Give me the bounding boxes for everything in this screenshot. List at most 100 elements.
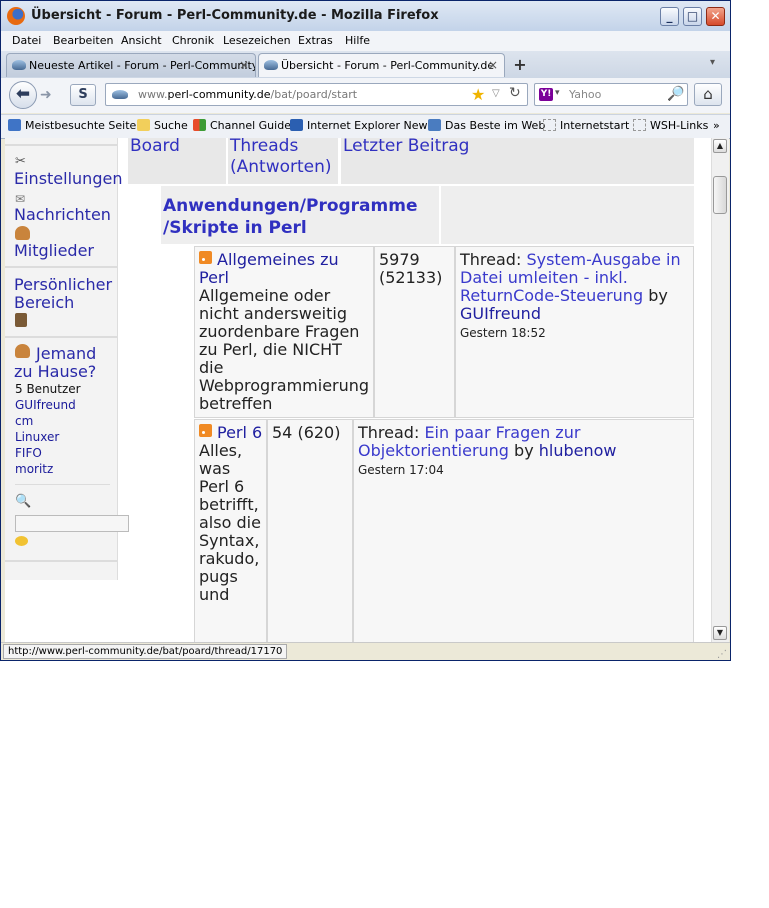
bookmark-ie-news[interactable]: Internet Explorer News: [290, 119, 433, 132]
bookmark-label: WSH-Links: [650, 119, 709, 132]
rss-icon[interactable]: [199, 424, 212, 437]
online-user[interactable]: moritz: [15, 462, 53, 476]
site-identity-icon[interactable]: [112, 90, 128, 99]
scroll-thumb[interactable]: [713, 176, 727, 214]
back-button[interactable]: ⬅: [9, 81, 37, 109]
firefox-logo-icon: [7, 7, 25, 25]
divider: [5, 560, 117, 562]
bookmark-das-beste[interactable]: Das Beste im Web: [428, 119, 545, 132]
tab-label: Neueste Artikel - Forum - Perl-Community…: [29, 59, 256, 72]
bookmark-wsh-links[interactable]: WSH-Links: [633, 119, 708, 132]
online-user[interactable]: cm: [15, 414, 33, 428]
new-tab-button[interactable]: +: [508, 55, 532, 75]
forum-last-post-cell: Thread: System-Ausgabe in Datei umleiten…: [455, 246, 694, 418]
tab-list-arrow-icon[interactable]: ▾: [710, 57, 715, 68]
window-title: Übersicht - Forum - Perl-Community.de - …: [31, 8, 439, 23]
yahoo-engine-icon[interactable]: Y!: [539, 88, 553, 101]
thread-prefix: Thread:: [460, 250, 522, 269]
resize-grip-icon[interactable]: ⋰: [717, 649, 727, 660]
bookmarks-overflow[interactable]: »: [713, 119, 720, 132]
online-user[interactable]: GUIfreund: [15, 398, 76, 412]
status-bar: http://www.perl-community.de/bat/poard/t…: [1, 642, 730, 660]
menu-extras[interactable]: Extras: [298, 34, 333, 47]
search-bar[interactable]: Y! ▾ Yahoo 🔎: [534, 83, 688, 106]
menu-lesezeichen[interactable]: Lesezeichen: [223, 34, 291, 47]
bookmark-folder-icon: [8, 119, 21, 131]
members-icon: [15, 226, 30, 240]
post-time: Gestern 18:52: [460, 326, 546, 340]
close-button[interactable]: ✕: [706, 7, 725, 26]
forum-last-post-cell: Thread: Ein paar Fragen zur Objektorient…: [353, 419, 694, 642]
forum-description: Alles, was Perl 6 betrifft, also die Syn…: [199, 441, 261, 604]
forum-sidebar: ✂ Einstellungen ✉ Nachrichten Mitglieder…: [5, 138, 129, 580]
sidebar-link-personal-area[interactable]: Persönlicher Bereich: [14, 276, 114, 312]
forum-name-cell: Allgemeines zu Perl Allgemeine oder nich…: [194, 246, 374, 418]
tab-neueste-artikel[interactable]: Neueste Artikel - Forum - Perl-Community…: [6, 53, 256, 77]
tab-label: Übersicht - Forum - Perl-Community.de: [281, 59, 495, 72]
menu-bar: Datei Bearbeiten Ansicht Chronik Lesezei…: [1, 31, 730, 51]
header-board-label: Board: [130, 138, 180, 156]
search-icon[interactable]: 🔎: [667, 86, 684, 102]
menu-datei[interactable]: Datei: [12, 34, 41, 47]
vertical-scrollbar[interactable]: ▲ ▼: [711, 138, 729, 642]
forum-link[interactable]: Perl 6: [217, 423, 262, 442]
bookmark-internetstart[interactable]: Internetstart: [543, 119, 629, 132]
header-last-post: Letzter Beitrag: [341, 138, 694, 184]
web-icon: [428, 119, 441, 131]
page-placeholder-icon: [633, 119, 646, 131]
engine-dropdown-icon[interactable]: ▾: [555, 88, 560, 98]
url-path: /bat/poard/start: [270, 88, 358, 101]
maximize-button[interactable]: □: [683, 7, 702, 26]
url-dropdown-icon[interactable]: ▽: [492, 88, 500, 99]
site-favicon-icon: [264, 60, 278, 70]
tab-close-icon[interactable]: ×: [488, 58, 498, 72]
site-favicon-icon: [12, 60, 26, 70]
tab-uebersicht[interactable]: Übersicht - Forum - Perl-Community.de ×: [258, 53, 505, 77]
bookmark-label: Suche: [154, 119, 188, 132]
rss-icon[interactable]: [199, 251, 212, 264]
sidebar-link-messages[interactable]: Nachrichten: [14, 206, 111, 224]
scroll-up-arrow-icon[interactable]: ▲: [713, 139, 727, 153]
author-link[interactable]: GUIfreund: [460, 304, 541, 323]
sidebar-link-members[interactable]: Mitglieder: [14, 242, 94, 260]
s-toolbar-button[interactable]: S: [70, 84, 96, 106]
author-link[interactable]: hlubenow: [539, 441, 617, 460]
post-time: Gestern 17:04: [358, 463, 444, 477]
online-user[interactable]: FIFO: [15, 446, 42, 460]
tools-icon: ✂: [15, 154, 26, 169]
reload-icon[interactable]: ↻: [509, 85, 521, 101]
forum-name-block: Perl 6 Alles, was Perl 6 betrifft, also …: [199, 424, 263, 604]
bookmark-star-icon[interactable]: ★: [471, 85, 485, 104]
url-bar[interactable]: www.perl-community.de/bat/poard/start ★ …: [105, 83, 528, 106]
menu-hilfe[interactable]: Hilfe: [345, 34, 370, 47]
forum-threads-cell: 5979 (52133): [374, 246, 455, 418]
forum-link[interactable]: Allgemeines zu Perl: [199, 250, 339, 287]
forum-name-cell: Perl 6 Alles, was Perl 6 betrifft, also …: [194, 419, 267, 642]
forward-button[interactable]: ➜: [40, 87, 52, 103]
bookmark-meistbesuchte[interactable]: Meistbesuchte Seiten: [8, 119, 143, 132]
bookmark-label: Meistbesuchte Seiten: [25, 119, 144, 132]
folder-icon: [137, 119, 150, 131]
bookmark-suche[interactable]: Suche: [137, 119, 188, 132]
online-user[interactable]: Linuxer: [15, 430, 59, 444]
sidebar-search-input[interactable]: [15, 515, 129, 532]
url-text[interactable]: www.perl-community.de/bat/poard/start: [138, 88, 357, 101]
status-url: http://www.perl-community.de/bat/poard/t…: [3, 644, 288, 659]
minimize-button[interactable]: _: [660, 7, 679, 26]
url-prefix: www.: [138, 88, 168, 101]
category-title[interactable]: Anwendungen/Programme /Skripte in Perl: [163, 195, 443, 239]
tab-close-icon[interactable]: ×: [239, 58, 249, 72]
bookmark-label: Internet Explorer News: [307, 119, 434, 132]
scroll-down-arrow-icon[interactable]: ▼: [713, 626, 727, 640]
bookmark-channel-guide[interactable]: Channel Guide: [193, 119, 291, 132]
category-empty-cell: [441, 186, 694, 244]
home-button[interactable]: ⌂: [694, 83, 722, 106]
search-placeholder[interactable]: Yahoo: [569, 88, 601, 101]
sidebar-link-settings[interactable]: Einstellungen: [14, 170, 122, 188]
menu-ansicht[interactable]: Ansicht: [121, 34, 162, 47]
divider: [15, 484, 110, 485]
divider: [5, 144, 117, 146]
sidebar-who-home[interactable]: Jemand zu Hause?: [14, 345, 110, 381]
menu-chronik[interactable]: Chronik: [172, 34, 214, 47]
menu-bearbeiten[interactable]: Bearbeiten: [53, 34, 113, 47]
